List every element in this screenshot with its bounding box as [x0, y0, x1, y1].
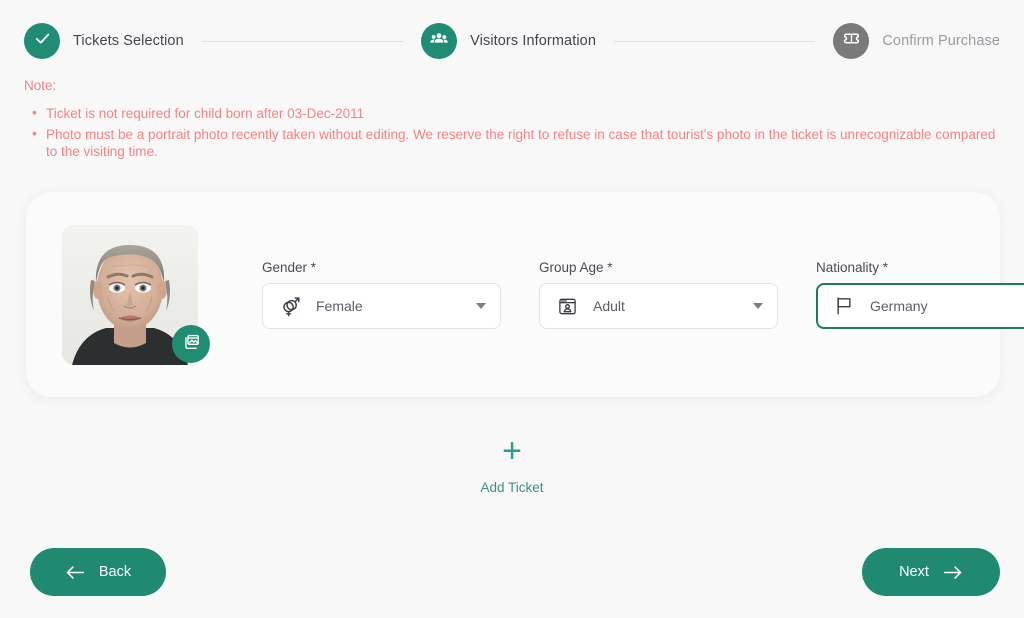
field-nationality: Nationality * Germany	[816, 260, 1024, 329]
nationality-select[interactable]: Germany	[816, 283, 1024, 329]
group-age-label: Group Age *	[539, 260, 613, 275]
group-people-icon	[429, 29, 449, 54]
step-2-circle	[421, 23, 458, 59]
visitor-photo-wrap	[62, 224, 210, 365]
arrow-right-icon	[943, 565, 963, 580]
step-1-label: Tickets Selection	[73, 33, 184, 49]
visitor-card: Gender * Female Group Age * Adult Nation…	[26, 192, 1024, 397]
visitor-fields: Gender * Female Group Age * Adult Nation…	[262, 260, 1024, 329]
step-visitors-information[interactable]: Visitors Information	[421, 23, 596, 59]
gender-select[interactable]: Female	[262, 283, 501, 329]
note-title: Note:	[24, 78, 57, 93]
note-block: Note: Ticket is not required for child b…	[0, 66, 1024, 161]
step-3-circle	[833, 23, 870, 59]
add-ticket-label: Add Ticket	[480, 480, 544, 495]
next-label: Next	[899, 564, 929, 580]
note-item: Photo must be a portrait photo recently …	[24, 125, 1000, 161]
step-tickets-selection[interactable]: Tickets Selection	[24, 23, 184, 59]
field-group-age: Group Age * Adult	[539, 260, 778, 329]
next-button[interactable]: Next	[862, 548, 1000, 596]
photo-gallery-icon	[182, 332, 201, 356]
gender-label: Gender *	[262, 260, 317, 275]
group-age-select[interactable]: Adult	[539, 283, 778, 329]
arrow-left-icon	[65, 565, 85, 580]
back-button[interactable]: Back	[30, 548, 166, 596]
nationality-label: Nationality *	[816, 260, 889, 275]
visitors-information-page: Tickets Selection Visitors Information C…	[0, 0, 1024, 618]
step-2-label: Visitors Information	[470, 33, 596, 49]
nationality-value: Germany	[870, 298, 928, 314]
field-gender: Gender * Female	[262, 260, 501, 329]
step-3-label: Confirm Purchase	[882, 33, 1001, 49]
add-ticket-button[interactable]: + Add Ticket	[0, 432, 1024, 495]
note-item: Ticket is not required for child born af…	[24, 104, 1000, 123]
stepper-connector-1	[201, 40, 404, 42]
step-confirm-purchase[interactable]: Confirm Purchase	[833, 23, 1000, 59]
progress-stepper: Tickets Selection Visitors Information C…	[0, 0, 1024, 66]
flag-icon	[832, 295, 856, 317]
id-card-icon	[555, 296, 579, 317]
back-label: Back	[98, 564, 132, 580]
photo-upload-button[interactable]	[172, 324, 210, 363]
gender-value: Female	[316, 298, 363, 314]
group-age-value: Adult	[593, 298, 625, 314]
chevron-down-icon	[753, 303, 763, 309]
stepper-connector-2	[613, 40, 816, 42]
note-list: Ticket is not required for child born af…	[24, 104, 1000, 161]
plus-icon: +	[502, 432, 522, 470]
chevron-down-icon	[476, 303, 486, 309]
gender-symbol-icon	[278, 295, 302, 318]
check-icon	[34, 30, 51, 52]
step-1-circle	[24, 23, 60, 59]
ticket-icon	[842, 29, 861, 53]
